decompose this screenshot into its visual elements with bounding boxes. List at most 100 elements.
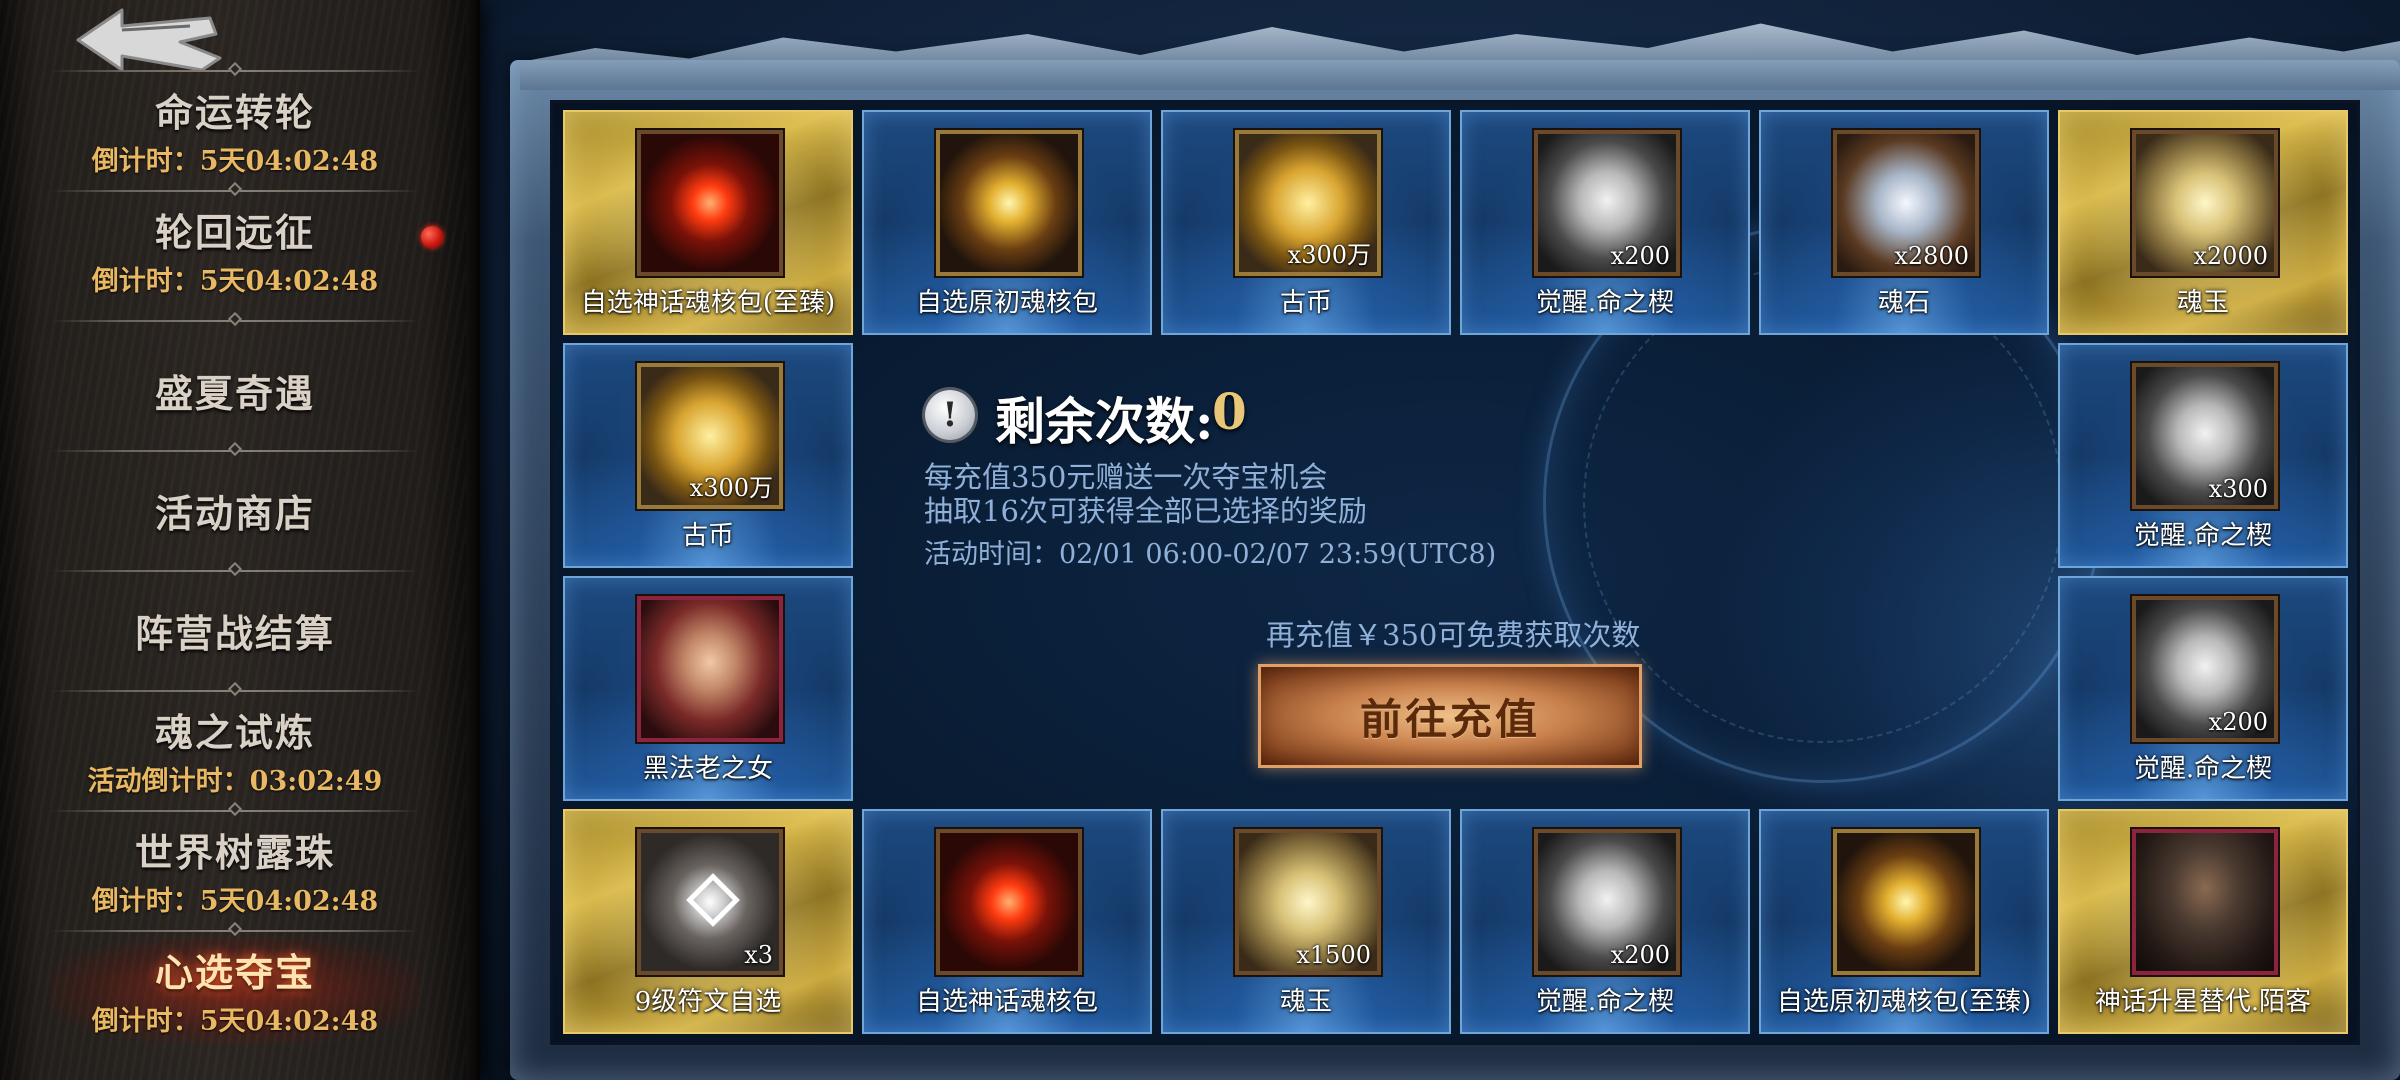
reward-label: 魂石 <box>1877 288 1930 318</box>
reward-tile[interactable]: 自选原初魂核包 <box>862 110 1152 335</box>
menu-item-title: 轮回远征 <box>154 210 315 255</box>
reward-icon-frame: x200 <box>2132 596 2278 742</box>
reward-icon-frame: x200 <box>1534 829 1680 975</box>
reward-label: 古币 <box>1279 288 1332 318</box>
menu-item-faction-war[interactable]: 阵营战结算 <box>40 561 430 690</box>
menu-item-title: 盛夏奇遇 <box>154 370 315 416</box>
menu-item-soul-trial[interactable]: 魂之试炼 活动倒计时：03:02:49 <box>40 681 430 810</box>
reward-tile[interactable]: x300万古币 <box>1161 110 1451 335</box>
menu-item-countdown: 倒计时：5天04:02:48 <box>91 886 379 917</box>
reward-tile[interactable]: x300 觉醒.命之楔 <box>2058 343 2348 568</box>
reward-tile[interactable]: x2000 魂玉 <box>2058 110 2348 335</box>
menu-item-countdown: 倒计时：5天04:02:48 <box>91 146 379 177</box>
reward-icon-frame: x2800 <box>1833 130 1979 276</box>
reward-count: x300万 <box>1287 241 1371 269</box>
ice-crown-ornament <box>520 23 2400 90</box>
reward-tile[interactable]: x2800 魂石 <box>1759 110 2049 335</box>
reward-label: 魂玉 <box>2176 288 2229 318</box>
reward-count: x2000 <box>2193 242 2268 270</box>
reward-count: x300 <box>2208 475 2268 503</box>
menu-item-title: 命运转轮 <box>154 90 315 135</box>
reward-label: 黑法老之女 <box>642 754 773 784</box>
back-arrow-icon <box>76 8 222 72</box>
red-core-pack-icon <box>940 833 1078 971</box>
menu-item-title: 世界树露珠 <box>134 830 335 875</box>
reward-icon-frame: x1500 <box>1235 829 1381 975</box>
reward-count: x200 <box>2208 708 2268 736</box>
reward-label: 自选神话魂核包(至臻) <box>580 288 836 318</box>
reward-label: 古币 <box>681 521 734 551</box>
hero-knight-icon <box>2136 833 2274 971</box>
reward-label: 9级符文自选 <box>634 987 782 1017</box>
menu-item-reincarnation[interactable]: 轮回远征 倒计时：5天04:02:48 <box>40 181 430 310</box>
reward-count: x200 <box>1610 941 1670 969</box>
reward-tile[interactable]: 神话升星替代.陌客 <box>2058 809 2348 1034</box>
menu-item-countdown: 活动倒计时：03:02:49 <box>87 766 383 797</box>
reward-label: 自选神话魂核包 <box>915 987 1098 1017</box>
reward-icon-frame <box>936 829 1082 975</box>
divider-ornament <box>227 311 243 327</box>
reward-icon-frame <box>936 130 1082 276</box>
reward-icon-frame: x200 <box>1534 130 1680 276</box>
reward-tile[interactable]: 自选神话魂核包 <box>862 809 1152 1034</box>
menu-item-fate-wheel[interactable]: 命运转轮 倒计时：5天04:02:48 <box>40 61 430 190</box>
portal-ring-inner <box>1583 263 2063 743</box>
reward-tile[interactable]: x1500 魂玉 <box>1161 809 1451 1034</box>
reward-icon-frame: x3 <box>637 829 783 975</box>
reward-icon-frame <box>2132 829 2278 975</box>
reward-icon-frame <box>637 596 783 742</box>
remaining-value: 0 <box>1212 382 1247 441</box>
reward-label: 魂玉 <box>1279 987 1332 1017</box>
notification-dot <box>421 226 443 248</box>
recharge-hint: 再充值￥350可免费获取次数 <box>1266 618 1641 652</box>
reward-tile[interactable]: x200 觉醒.命之楔 <box>1460 110 1750 335</box>
reward-icon-frame <box>637 130 783 276</box>
menu-item-world-tree[interactable]: 世界树露珠 倒计时：5天04:02:48 <box>40 801 430 930</box>
reward-count: x2800 <box>1894 242 1969 270</box>
reward-tile[interactable]: x3 9级符文自选 <box>563 809 853 1034</box>
reward-icon-frame: x300万 <box>637 363 783 509</box>
menu-item-title: 活动商店 <box>154 490 315 536</box>
menu-item-title: 心选夺宝 <box>154 950 315 995</box>
reward-label: 觉醒.命之楔 <box>2133 521 2273 551</box>
reward-count: x300万 <box>689 474 773 502</box>
menu-item-title: 魂之试炼 <box>154 710 315 755</box>
menu-item-title: 阵营战结算 <box>134 610 335 656</box>
reward-label: 神话升星替代.陌客 <box>2094 987 2312 1017</box>
reward-label: 自选原初魂核包(至臻) <box>1776 987 2032 1017</box>
recharge-button[interactable]: 前往充值 <box>1258 664 1642 768</box>
event-time-value: 02/01 06:00-02/07 23:59(UTC8) <box>1059 539 1497 570</box>
menu-item-countdown: 倒计时：5天04:02:48 <box>91 266 379 297</box>
reward-tile[interactable]: x300万古币 <box>563 343 853 568</box>
event-time: 活动时间：02/01 06:00-02/07 23:59(UTC8) <box>924 532 1496 571</box>
event-time-label: 活动时间： <box>924 539 1059 570</box>
reward-tile[interactable]: 自选神话魂核包(至臻) <box>563 110 853 335</box>
back-button[interactable] <box>70 4 230 76</box>
gold-core-pack-icon <box>940 134 1078 272</box>
reward-tile[interactable]: 自选原初魂核包(至臻) <box>1759 809 2049 1034</box>
reward-icon-frame: x300 <box>2132 363 2278 509</box>
reward-label: 自选原初魂核包 <box>915 288 1098 318</box>
reward-label: 觉醒.命之楔 <box>1535 288 1675 318</box>
exclamation-icon[interactable]: ! <box>925 390 975 440</box>
menu-item-heart-treasure[interactable]: 心选夺宝 倒计时：5天04:02:48 <box>40 921 430 1050</box>
reward-icon-frame: x2000 <box>2132 130 2278 276</box>
reward-tile[interactable]: 黑法老之女 <box>563 576 853 801</box>
activity-sidebar: 命运转轮 倒计时：5天04:02:48 轮回远征 倒计时：5天04:02:48 … <box>0 0 480 1080</box>
reward-count: x1500 <box>1296 941 1371 969</box>
red-core-pack-icon <box>641 134 779 272</box>
hero-portrait-icon <box>641 600 779 738</box>
gold-core-pack-icon <box>1837 833 1975 971</box>
menu-item-event-shop[interactable]: 活动商店 <box>40 441 430 570</box>
menu-item-countdown: 倒计时：5天04:02:48 <box>91 1006 379 1037</box>
reward-count: x3 <box>744 941 773 969</box>
reward-tile[interactable]: x200 觉醒.命之楔 <box>1460 809 1750 1034</box>
divider-ornament <box>227 61 243 77</box>
remaining-label: 剩余次数: <box>995 392 1214 451</box>
reward-count: x200 <box>1610 242 1670 270</box>
reward-tile[interactable]: x200 觉醒.命之楔 <box>2058 576 2348 801</box>
menu-item-summer[interactable]: 盛夏奇遇 <box>40 311 430 450</box>
reward-label: 觉醒.命之楔 <box>2133 754 2273 784</box>
reward-icon-frame <box>1833 829 1979 975</box>
reward-icon-frame: x300万 <box>1235 130 1381 276</box>
